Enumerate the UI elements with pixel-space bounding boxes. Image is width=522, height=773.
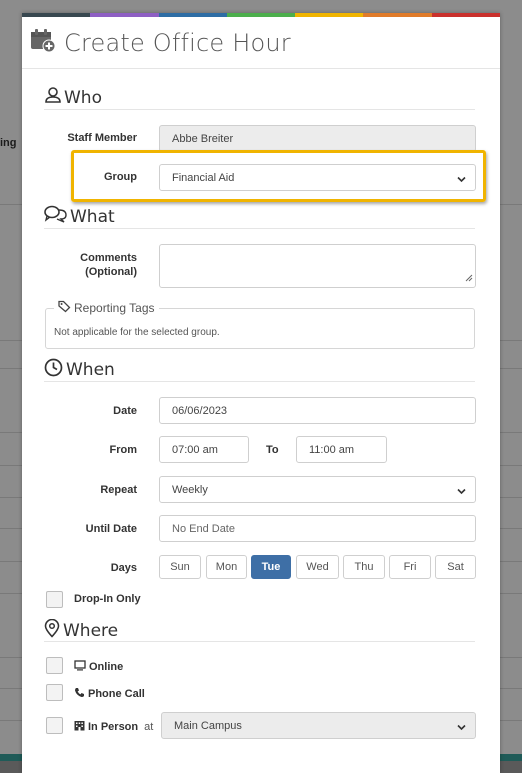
user-icon [44, 86, 62, 109]
to-label: To [266, 444, 279, 456]
color-bar [22, 13, 500, 17]
color-bar-segment [22, 13, 91, 17]
online-label: Online [89, 661, 124, 673]
color-bar-segment [363, 13, 432, 17]
reporting-tags-title: Reporting Tags [74, 301, 155, 315]
reporting-tags-fieldset: Reporting Tags Not applicable for the se… [45, 300, 475, 349]
clock-icon [44, 358, 63, 382]
online-option: Online [74, 660, 123, 674]
what-heading-label: What [70, 206, 115, 227]
modal-header: Create Office Hour [22, 17, 500, 69]
chevron-down-icon [457, 486, 466, 498]
comments-label-line2: (Optional) [85, 266, 137, 278]
from-time-value: 07:00 am [172, 443, 218, 456]
create-office-hour-modal: Create Office Hour Who Staff Member Abbe… [22, 13, 500, 773]
where-heading: Where [44, 618, 119, 643]
from-label: From [109, 444, 138, 456]
day-button-tue[interactable]: Tue [251, 555, 291, 579]
calendar-plus-icon [30, 27, 56, 58]
day-button-fri[interactable]: Fri [389, 555, 431, 579]
in-person-checkbox[interactable] [46, 717, 63, 734]
day-button-mon[interactable]: Mon [206, 555, 247, 579]
reporting-tags-message: Not applicable for the selected group. [54, 327, 220, 338]
in-person-label: In Person [88, 721, 139, 733]
phone-icon [74, 687, 85, 701]
comments-label-line1: Comments [80, 252, 137, 264]
modal-title: Create Office Hour [64, 28, 291, 57]
what-heading: What [44, 205, 115, 228]
day-button-sun[interactable]: Sun [159, 555, 201, 579]
when-heading-label: When [66, 360, 115, 380]
until-date-input[interactable]: No End Date [159, 515, 476, 542]
color-bar-segment [431, 13, 500, 17]
color-bar-segment [226, 13, 296, 17]
monitor-icon [74, 660, 86, 674]
group-highlight-box [71, 150, 486, 202]
in-person-option: In Person at [74, 720, 153, 734]
date-value: 06/06/2023 [172, 404, 228, 417]
divider [44, 228, 475, 229]
until-date-placeholder: No End Date [172, 522, 235, 535]
date-input[interactable]: 06/06/2023 [159, 397, 476, 424]
building-icon [74, 720, 85, 734]
resize-handle-icon[interactable] [465, 273, 473, 285]
map-pin-icon [44, 618, 60, 643]
divider [44, 381, 475, 382]
chevron-down-icon [457, 722, 466, 734]
staff-member-field: Abbe Breiter [159, 125, 476, 152]
phone-call-option: Phone Call [74, 687, 145, 701]
staff-member-label: Staff Member [67, 132, 137, 144]
location-select[interactable]: Main Campus [161, 712, 476, 739]
until-date-label: Until Date [85, 523, 137, 535]
comments-textarea[interactable] [159, 244, 476, 288]
day-button-wed[interactable]: Wed [296, 555, 339, 579]
who-heading: Who [44, 86, 102, 109]
divider [44, 109, 475, 110]
location-value: Main Campus [174, 719, 242, 732]
reporting-tags-legend: Reporting Tags [54, 300, 159, 316]
from-time-input[interactable]: 07:00 am [159, 436, 249, 463]
when-heading: When [44, 358, 115, 382]
tag-icon [58, 300, 71, 316]
online-checkbox[interactable] [46, 657, 63, 674]
repeat-select[interactable]: Weekly [159, 476, 476, 503]
days-label: Days [110, 562, 137, 574]
color-bar-segment [158, 13, 227, 17]
day-button-sat[interactable]: Sat [435, 555, 476, 579]
day-button-thu[interactable]: Thu [343, 555, 385, 579]
drop-in-only-label: Drop-In Only [74, 593, 141, 605]
comments-label: Comments (Optional) [22, 251, 137, 279]
repeat-label: Repeat [100, 484, 137, 496]
to-time-value: 11:00 am [309, 443, 355, 456]
phone-call-label: Phone Call [88, 688, 145, 700]
where-heading-label: Where [63, 621, 119, 641]
color-bar-segment [295, 13, 364, 17]
phone-call-checkbox[interactable] [46, 684, 63, 701]
who-heading-label: Who [64, 87, 102, 108]
to-time-input[interactable]: 11:00 am [296, 436, 387, 463]
color-bar-segment [90, 13, 159, 17]
divider [44, 641, 475, 642]
staff-member-value: Abbe Breiter [172, 132, 234, 145]
chat-icon [44, 205, 68, 228]
date-label: Date [113, 405, 137, 417]
repeat-value: Weekly [172, 483, 208, 496]
drop-in-only-checkbox[interactable] [46, 591, 63, 608]
at-label: at [144, 721, 154, 733]
